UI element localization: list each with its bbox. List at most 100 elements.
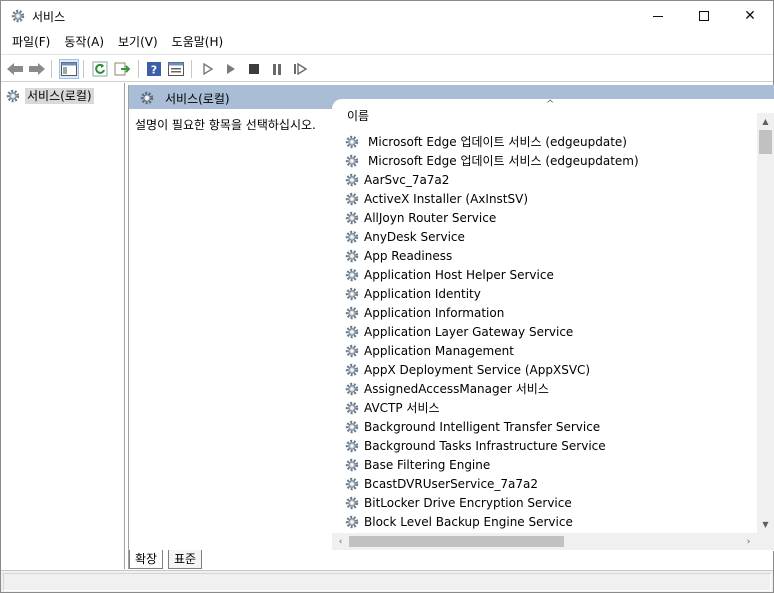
service-name: BcastDVRUserService_7a7a2: [364, 476, 539, 491]
service-gear-icon: [344, 457, 360, 473]
start-service-alt-button[interactable]: [221, 59, 241, 79]
service-row[interactable]: BcastDVRUserService_7a7a2: [344, 474, 754, 493]
service-row[interactable]: Application Identity: [344, 284, 754, 303]
service-gear-icon: [344, 134, 360, 150]
status-cell: [3, 573, 771, 591]
menu-help[interactable]: 도움말(H): [165, 32, 231, 52]
maximize-button[interactable]: [681, 1, 727, 31]
service-gear-icon: [344, 495, 360, 511]
column-header-name[interactable]: ^ 이름: [332, 99, 757, 123]
toolbar-separator: [51, 60, 52, 78]
service-row[interactable]: Block Level Backup Engine Service: [344, 512, 754, 531]
description-text: 설명이 필요한 항목을 선택하십시오.: [135, 118, 316, 132]
services-detail-pane: 서비스(로컬) 설명이 필요한 항목을 선택하십시오. ^ 이름 Microso…: [128, 85, 774, 569]
column-name-label: 이름: [347, 109, 370, 123]
service-name: AssignedAccessManager 서비스: [364, 382, 549, 396]
refresh-icon: [92, 61, 108, 77]
svg-text:?: ?: [151, 64, 157, 77]
toolbar-separator: [191, 60, 192, 78]
scrollbar-corner: [757, 533, 774, 550]
minimize-button[interactable]: [635, 1, 681, 31]
tab-standard[interactable]: 표준: [168, 550, 203, 569]
sort-ascending-icon: ^: [546, 99, 555, 110]
service-row[interactable]: App Readiness: [344, 246, 754, 265]
menu-file[interactable]: 파일(F): [5, 32, 57, 52]
service-gear-icon: [344, 248, 360, 264]
play-icon: [203, 63, 213, 75]
toolbar-separator: [138, 60, 139, 78]
vertical-scroll-thumb[interactable]: [759, 130, 772, 154]
service-name: Microsoft Edge 업데이트 서비스 (edgeupdatem): [368, 154, 639, 168]
service-gear-icon: [344, 514, 360, 530]
view-tabs: 확장 표준: [128, 550, 773, 570]
export-list-button[interactable]: [112, 59, 132, 79]
service-name: Application Host Helper Service: [364, 267, 554, 282]
gear-icon: [6, 89, 20, 103]
tree-item-services-local[interactable]: 서비스(로컬): [5, 87, 94, 105]
service-name: Application Management: [364, 343, 514, 358]
service-gear-icon: [344, 286, 360, 302]
service-name: AppX Deployment Service (AppXSVC): [364, 362, 591, 377]
help-button[interactable]: ?: [144, 59, 164, 79]
export-icon: [114, 62, 130, 76]
service-row[interactable]: Microsoft Edge 업데이트 서비스 (edgeupdatem): [344, 151, 754, 170]
service-row[interactable]: Microsoft Edge 업데이트 서비스 (edgeupdate): [344, 132, 754, 151]
maximize-icon: [699, 11, 709, 21]
scroll-up-icon[interactable]: ▲: [757, 113, 774, 130]
resume-service-button[interactable]: [290, 59, 310, 79]
service-row[interactable]: Background Tasks Infrastructure Service: [344, 436, 754, 455]
scroll-left-icon[interactable]: ‹: [332, 533, 349, 550]
service-row[interactable]: AVCTP 서비스: [344, 398, 754, 417]
console-tree-icon: [61, 62, 77, 76]
service-row[interactable]: Application Management: [344, 341, 754, 360]
forward-button[interactable]: [27, 59, 47, 79]
horizontal-scroll-thumb[interactable]: [349, 536, 564, 547]
vertical-scrollbar[interactable]: ▲ ▼: [757, 113, 774, 533]
service-gear-icon: [344, 210, 360, 226]
title-bar: 서비스 ✕: [1, 1, 773, 31]
service-name: Block Level Backup Engine Service: [364, 514, 573, 529]
tab-extended[interactable]: 확장: [129, 550, 164, 569]
service-row[interactable]: BitLocker Drive Encryption Service: [344, 493, 754, 512]
service-row[interactable]: AllJoyn Router Service: [344, 208, 754, 227]
service-gear-icon: [344, 381, 360, 397]
tree-item-label: 서비스(로컬): [25, 88, 94, 104]
service-row[interactable]: ActiveX Installer (AxInstSV): [344, 189, 754, 208]
service-row[interactable]: AnyDesk Service: [344, 227, 754, 246]
service-row[interactable]: Application Layer Gateway Service: [344, 322, 754, 341]
horizontal-scrollbar[interactable]: ‹ ›: [332, 533, 757, 550]
service-gear-icon: [344, 229, 360, 245]
menu-action[interactable]: 동작(A): [57, 32, 111, 52]
service-name: BitLocker Drive Encryption Service: [364, 495, 572, 510]
service-name: AnyDesk Service: [364, 229, 465, 244]
properties-button[interactable]: [166, 59, 186, 79]
service-name: Application Information: [364, 305, 505, 320]
scroll-right-icon[interactable]: ›: [740, 533, 757, 550]
service-row[interactable]: Application Host Helper Service: [344, 265, 754, 284]
show-console-tree-button[interactable]: [59, 59, 79, 79]
service-name: Microsoft Edge 업데이트 서비스 (edgeupdate): [368, 135, 627, 149]
gear-icon: [140, 91, 154, 105]
refresh-button[interactable]: [90, 59, 110, 79]
service-gear-icon: [344, 476, 360, 492]
service-row[interactable]: Application Information: [344, 303, 754, 322]
close-icon: ✕: [744, 8, 756, 24]
service-row[interactable]: Base Filtering Engine: [344, 455, 754, 474]
play-alt-icon: [227, 64, 235, 74]
menu-view[interactable]: 보기(V): [111, 32, 165, 52]
service-name: App Readiness: [364, 248, 453, 263]
stop-service-button[interactable]: [244, 59, 264, 79]
service-gear-icon: [344, 343, 360, 359]
start-service-button[interactable]: [198, 59, 218, 79]
service-gear-icon: [344, 400, 360, 416]
back-button[interactable]: [5, 59, 25, 79]
service-name: ActiveX Installer (AxInstSV): [364, 191, 529, 206]
service-row[interactable]: AarSvc_7a7a2: [344, 170, 754, 189]
service-row[interactable]: AssignedAccessManager 서비스: [344, 379, 754, 398]
pause-service-button[interactable]: [267, 59, 287, 79]
service-row[interactable]: AppX Deployment Service (AppXSVC): [344, 360, 754, 379]
service-name: Base Filtering Engine: [364, 457, 491, 472]
service-row[interactable]: Background Intelligent Transfer Service: [344, 417, 754, 436]
close-button[interactable]: ✕: [727, 1, 773, 31]
scroll-down-icon[interactable]: ▼: [757, 516, 774, 533]
